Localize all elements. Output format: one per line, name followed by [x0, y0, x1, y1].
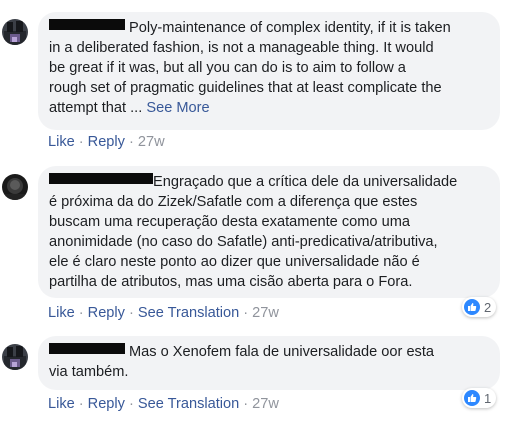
- reaction-count: 2: [484, 299, 492, 315]
- comment-bubble: Engraçado que a crítica dele da universa…: [38, 166, 500, 298]
- avatar[interactable]: [2, 19, 28, 45]
- like-link[interactable]: Like: [48, 396, 75, 412]
- comment-text-line: via também.: [49, 364, 129, 380]
- reaction-count: 1: [484, 390, 492, 406]
- avatar[interactable]: [2, 174, 28, 200]
- comment-text-line: ele é claro neste ponto ao dizer que uni…: [49, 254, 420, 270]
- comment-text-line: be great if it was, but all you can do i…: [49, 60, 406, 76]
- thumbs-up-icon: [464, 390, 480, 406]
- see-translation-link[interactable]: See Translation: [138, 305, 239, 321]
- comment-text-line: partilha de atributos, mas uma cisão abe…: [49, 274, 413, 290]
- comment-actions: Like · Reply · See Translation · 27w: [48, 396, 279, 413]
- redacted-author-name[interactable]: [49, 173, 153, 184]
- avatar[interactable]: [2, 344, 28, 370]
- comment-text: Engraçado que a crítica dele da universa…: [153, 174, 458, 190]
- like-link[interactable]: Like: [48, 305, 75, 321]
- timestamp[interactable]: 27w: [138, 134, 165, 150]
- thumbs-up-icon: [464, 299, 480, 315]
- comment-bubble: Mas o Xenofem fala de universalidade oor…: [38, 336, 500, 390]
- comment-text-line: in a deliberated fashion, is not a manag…: [49, 40, 434, 56]
- comment-bubble: Poly-maintenance of complex identity, if…: [38, 12, 500, 130]
- reaction-badge[interactable]: 2: [462, 297, 497, 317]
- reaction-badge[interactable]: 1: [462, 388, 497, 408]
- see-translation-link[interactable]: See Translation: [138, 396, 239, 412]
- comment-text: Poly-maintenance of complex identity, if…: [129, 20, 451, 36]
- reply-link[interactable]: Reply: [88, 396, 125, 412]
- redacted-author-name[interactable]: [49, 343, 125, 354]
- see-more-link[interactable]: See More: [146, 100, 209, 116]
- reply-link[interactable]: Reply: [88, 134, 125, 150]
- timestamp[interactable]: 27w: [252, 305, 279, 321]
- like-link[interactable]: Like: [48, 134, 75, 150]
- redacted-author-name[interactable]: [49, 19, 125, 30]
- comment-actions: Like · Reply · 27w: [48, 134, 165, 151]
- reply-link[interactable]: Reply: [88, 305, 125, 321]
- comment-text-line: anonimidade (no caso do Safatle) anti-pr…: [49, 234, 438, 250]
- comment-text-line: rough set of pragmatic guidelines that a…: [49, 80, 442, 96]
- comment-text-line: é próxima da do Zizek/Safatle com a dife…: [49, 194, 418, 210]
- comment-text-line: buscam uma recuperação desta exatamente …: [49, 214, 410, 230]
- comment-text: Mas o Xenofem fala de universalidade oor…: [129, 344, 435, 360]
- comment-text-line: attempt that ...: [49, 100, 143, 116]
- comment-actions: Like · Reply · See Translation · 27w: [48, 305, 279, 322]
- timestamp[interactable]: 27w: [252, 396, 279, 412]
